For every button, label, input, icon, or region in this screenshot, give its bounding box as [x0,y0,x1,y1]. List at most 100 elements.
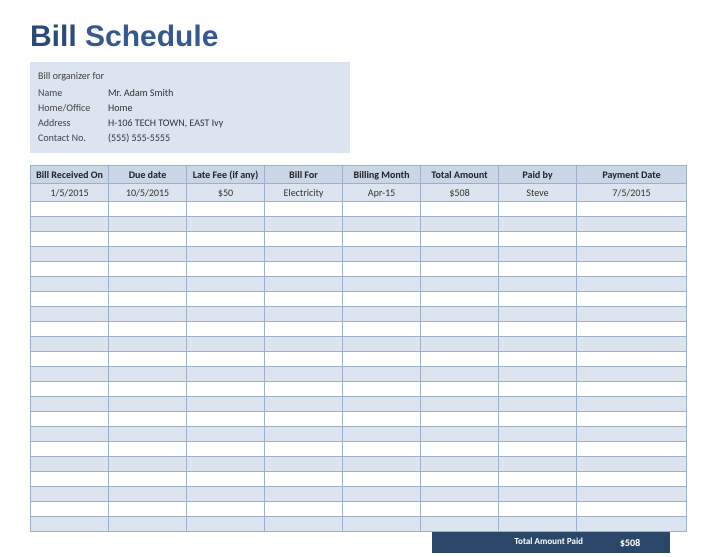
cell-empty[interactable] [265,352,343,367]
cell-empty[interactable] [265,262,343,277]
cell-empty[interactable] [109,322,187,337]
cell-empty[interactable] [187,262,265,277]
cell-empty[interactable] [577,442,687,457]
cell-empty[interactable] [265,472,343,487]
cell-paydate[interactable]: 7/5/2015 [577,184,687,202]
table-row[interactable] [31,442,687,457]
cell-empty[interactable] [31,232,109,247]
cell-empty[interactable] [265,502,343,517]
cell-empty[interactable] [421,277,499,292]
cell-empty[interactable] [187,292,265,307]
cell-empty[interactable] [109,442,187,457]
cell-empty[interactable] [499,517,577,532]
cell-empty[interactable] [499,382,577,397]
cell-empty[interactable] [187,352,265,367]
cell-empty[interactable] [421,292,499,307]
cell-empty[interactable] [187,232,265,247]
cell-empty[interactable] [343,517,421,532]
cell-empty[interactable] [265,517,343,532]
cell-empty[interactable] [499,277,577,292]
table-row[interactable] [31,352,687,367]
cell-empty[interactable] [577,322,687,337]
cell-empty[interactable] [31,292,109,307]
cell-empty[interactable] [421,262,499,277]
cell-empty[interactable] [109,352,187,367]
cell-empty[interactable] [577,487,687,502]
cell-empty[interactable] [499,487,577,502]
cell-empty[interactable] [343,307,421,322]
cell-empty[interactable] [577,382,687,397]
cell-empty[interactable] [343,412,421,427]
cell-empty[interactable] [265,337,343,352]
cell-empty[interactable] [499,397,577,412]
cell-empty[interactable] [31,457,109,472]
cell-empty[interactable] [265,442,343,457]
cell-empty[interactable] [577,232,687,247]
cell-empty[interactable] [109,382,187,397]
cell-received[interactable]: 1/5/2015 [31,184,109,202]
cell-empty[interactable] [187,412,265,427]
cell-empty[interactable] [109,502,187,517]
cell-empty[interactable] [31,487,109,502]
table-row[interactable]: 1/5/201510/5/2015$50ElectricityApr-15$50… [31,184,687,202]
cell-empty[interactable] [187,427,265,442]
cell-empty[interactable] [421,472,499,487]
cell-empty[interactable] [109,202,187,217]
table-row[interactable] [31,292,687,307]
cell-empty[interactable] [109,457,187,472]
cell-empty[interactable] [265,307,343,322]
cell-empty[interactable] [577,202,687,217]
cell-empty[interactable] [421,247,499,262]
cell-empty[interactable] [343,397,421,412]
cell-empty[interactable] [109,367,187,382]
cell-empty[interactable] [499,352,577,367]
cell-empty[interactable] [265,292,343,307]
cell-empty[interactable] [577,502,687,517]
table-row[interactable] [31,277,687,292]
table-row[interactable] [31,427,687,442]
table-row[interactable] [31,262,687,277]
cell-empty[interactable] [343,472,421,487]
cell-empty[interactable] [265,322,343,337]
cell-empty[interactable] [577,337,687,352]
cell-empty[interactable] [577,517,687,532]
cell-empty[interactable] [31,202,109,217]
cell-empty[interactable] [31,247,109,262]
table-row[interactable] [31,307,687,322]
cell-empty[interactable] [187,517,265,532]
cell-empty[interactable] [499,322,577,337]
table-row[interactable] [31,457,687,472]
cell-empty[interactable] [577,367,687,382]
cell-empty[interactable] [187,457,265,472]
table-row[interactable] [31,232,687,247]
cell-empty[interactable] [499,292,577,307]
cell-empty[interactable] [343,277,421,292]
cell-empty[interactable] [265,412,343,427]
cell-empty[interactable] [577,277,687,292]
table-row[interactable] [31,247,687,262]
cell-empty[interactable] [343,217,421,232]
table-row[interactable] [31,517,687,532]
cell-due[interactable]: 10/5/2015 [109,184,187,202]
cell-empty[interactable] [187,367,265,382]
cell-empty[interactable] [343,247,421,262]
cell-empty[interactable] [265,202,343,217]
cell-empty[interactable] [343,442,421,457]
cell-empty[interactable] [187,502,265,517]
cell-empty[interactable] [31,262,109,277]
cell-empty[interactable] [31,352,109,367]
cell-empty[interactable] [499,472,577,487]
cell-empty[interactable] [265,397,343,412]
cell-empty[interactable] [421,442,499,457]
cell-empty[interactable] [109,307,187,322]
table-row[interactable] [31,412,687,427]
cell-empty[interactable] [421,457,499,472]
table-row[interactable] [31,397,687,412]
cell-empty[interactable] [499,457,577,472]
cell-empty[interactable] [31,472,109,487]
cell-empty[interactable] [343,232,421,247]
cell-empty[interactable] [499,367,577,382]
cell-empty[interactable] [499,247,577,262]
cell-empty[interactable] [109,517,187,532]
cell-empty[interactable] [265,232,343,247]
